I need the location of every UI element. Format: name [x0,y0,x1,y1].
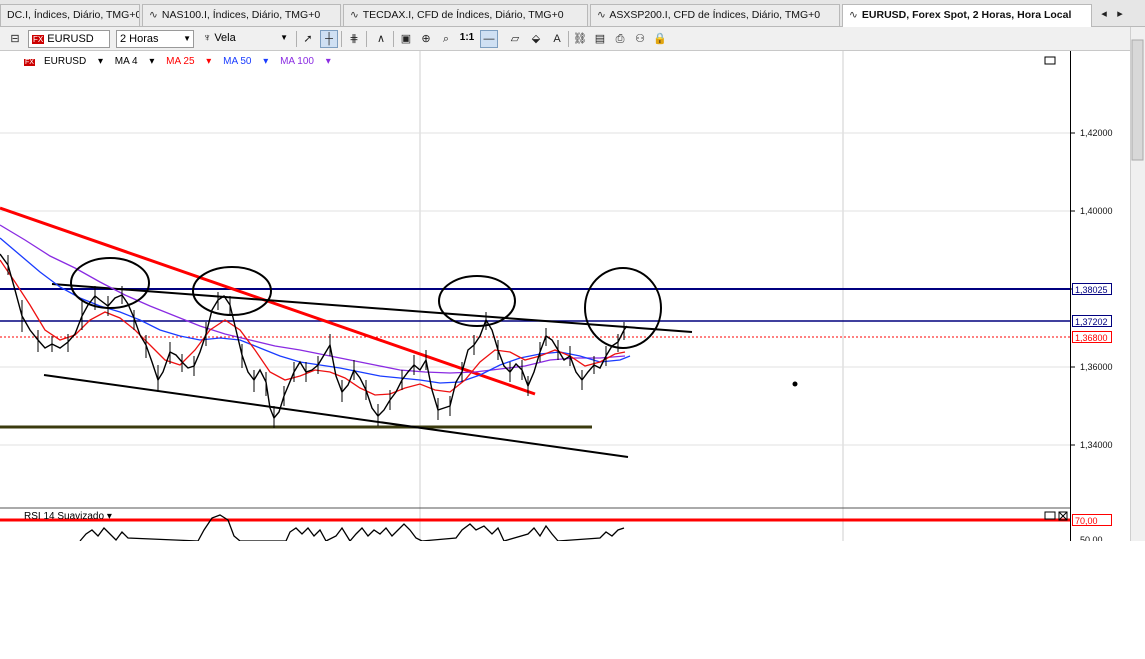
rsi-level-tag: 70,00 [1072,514,1112,526]
blank-area [0,541,1145,659]
legend-ma50[interactable]: MA 50 ▾ [223,56,268,67]
annotation-circle [192,266,272,316]
price-tag-current: 1,36800 [1072,331,1112,343]
annotation-circle [438,275,516,327]
price-tag-resistance-lower: 1,37202 [1072,315,1112,327]
price-tick-label: 1,34000 [1080,440,1113,450]
legend-ma100[interactable]: MA 100 ▾ [280,56,331,67]
scrollbar-thumb [1131,39,1144,161]
panel-maximize-icon [1044,56,1056,65]
forex-icon: FX [24,59,35,66]
price-tick-label: 1,40000 [1080,206,1113,216]
annotation-circle [584,267,662,349]
candles [7,255,625,428]
legend-ma25[interactable]: MA 25 ▾ [166,56,211,67]
price-tick-label: 1,36000 [1080,362,1113,372]
legend-ma4[interactable]: MA 4 ▾ [115,56,155,67]
price-tick-label: 1,42000 [1080,128,1113,138]
annotation-circle [70,257,150,309]
legend-symbol[interactable]: FX EURUSD ▾ [24,56,103,67]
annotation-dot [792,381,798,387]
ma25-line [0,259,626,396]
chart-legend: FX EURUSD ▾ MA 4 ▾ MA 25 ▾ MA 50 ▾ MA 100… [24,56,340,67]
rsi-legend[interactable]: RSI 14 Suavizado ▾ [24,511,112,522]
price-tag-resistance-upper: 1,38025 [1072,283,1112,295]
ma100-line [0,224,626,374]
panel-maximize-icon [1044,511,1056,520]
